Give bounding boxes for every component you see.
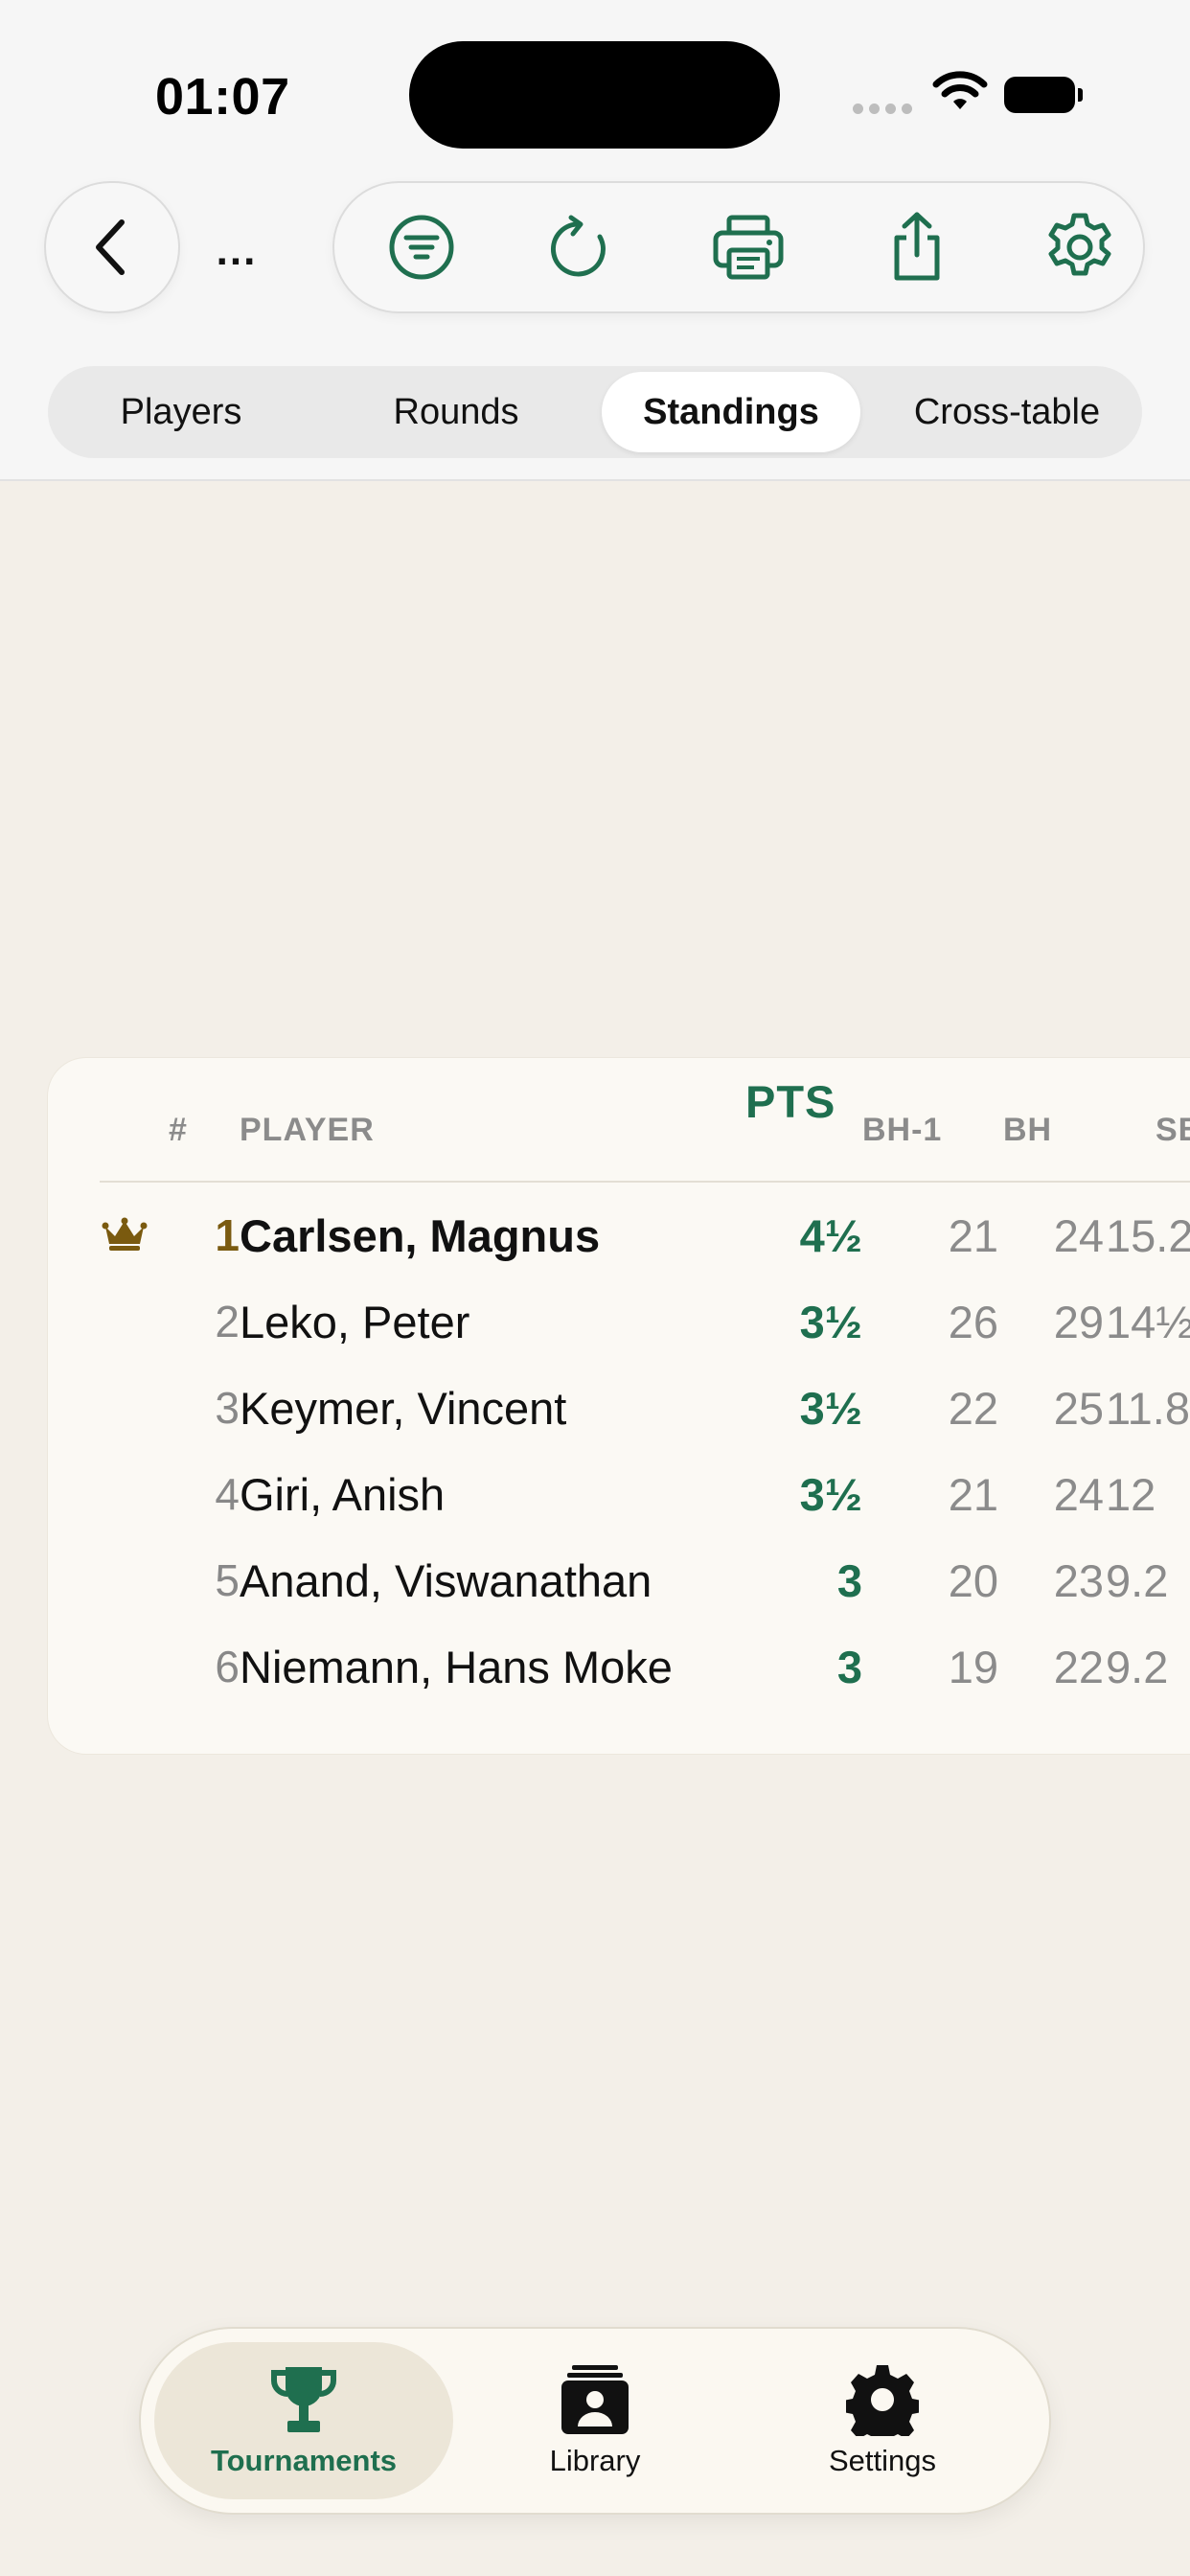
library-icon [561, 2365, 629, 2434]
standings-table: # PLAYER PTS BH-1 BH SB 1 Carlsen, Magnu… [48, 1058, 1190, 1754]
rank: 5 [215, 1555, 240, 1605]
header-divider [100, 1181, 1190, 1183]
status-icons [853, 71, 1092, 125]
buchholz-cut1: 26 [948, 1297, 998, 1347]
rank: 1 [215, 1210, 240, 1260]
table-row[interactable]: 2 Leko, Peter 3½ 26 29 14½ [48, 1278, 1190, 1365]
tab-library-label: Library [549, 2444, 641, 2477]
segment-standings[interactable]: Standings [602, 372, 860, 452]
more-button[interactable]: ... [203, 222, 270, 280]
table-row[interactable]: 4 Giri, Anish 3½ 21 24 12 [48, 1451, 1190, 1537]
buchholz: 22 [1053, 1642, 1104, 1692]
buchholz: 24 [1053, 1210, 1104, 1261]
bottom-tab-bar: Tournaments Library Settings [141, 2329, 1049, 2513]
settings-gear-icon [1048, 213, 1111, 276]
status-time: 01:07 [155, 68, 290, 126]
points: 3 [836, 1642, 862, 1692]
tab-settings[interactable]: Settings [733, 2342, 1032, 2499]
column-header-rank: # [169, 1112, 188, 1148]
rank: 6 [215, 1642, 240, 1691]
buchholz: 25 [1053, 1383, 1104, 1434]
share-button[interactable] [874, 204, 960, 290]
buchholz-cut1: 20 [948, 1555, 998, 1606]
sonneborn-berger: 15.25 [1106, 1210, 1190, 1261]
print-button[interactable] [705, 204, 791, 290]
gear-icon [846, 2365, 919, 2436]
buchholz: 29 [1053, 1297, 1104, 1347]
segment-players[interactable]: Players [56, 372, 307, 452]
share-icon [894, 212, 940, 281]
table-row[interactable]: 5 Anand, Viswanathan 3 20 23 9.2 [48, 1537, 1190, 1623]
buchholz: 24 [1053, 1469, 1104, 1520]
table-row[interactable]: 3 Keymer, Vincent 3½ 22 25 11.8 [48, 1365, 1190, 1451]
rank: 3 [215, 1383, 240, 1433]
sonneborn-berger: 14½ [1106, 1297, 1190, 1347]
print-icon [713, 215, 784, 280]
player-name: Carlsen, Magnus [240, 1210, 601, 1261]
wifi-icon [932, 71, 988, 109]
table-row[interactable]: 6 Niemann, Hans Moke 3 19 22 9.2 [48, 1623, 1190, 1710]
player-name: Giri, Anish [240, 1469, 446, 1520]
sonneborn-berger: 9.2 [1106, 1642, 1169, 1692]
buchholz-cut1: 21 [948, 1469, 998, 1520]
sonneborn-berger: 12 [1106, 1469, 1156, 1520]
buchholz-cut1: 21 [948, 1210, 998, 1261]
points: 3½ [799, 1297, 862, 1347]
rank: 4 [215, 1469, 240, 1519]
filter-button[interactable] [378, 204, 465, 290]
segment-cross-table[interactable]: Cross-table [878, 372, 1136, 452]
top-header: 01:07 ... Players Rounds Standings Cross… [0, 0, 1190, 481]
sonneborn-berger: 11.8 [1106, 1383, 1190, 1434]
table-row[interactable]: 1 Carlsen, Magnus 4½ 21 24 15.25 [48, 1192, 1190, 1278]
dynamic-island [409, 41, 780, 149]
column-header-bh: BH [1003, 1112, 1053, 1148]
player-name: Keymer, Vincent [240, 1383, 567, 1434]
column-header-pts: PTS [745, 1076, 836, 1127]
points: 3 [836, 1555, 862, 1606]
column-header-sb: SB [1156, 1112, 1190, 1148]
segment-rounds[interactable]: Rounds [331, 372, 582, 452]
cellular-signal-icon [853, 104, 912, 114]
chevron-left-icon [96, 219, 125, 275]
player-name: Niemann, Hans Moke [240, 1642, 673, 1692]
refresh-icon [551, 215, 606, 277]
points: 4½ [799, 1210, 862, 1261]
tab-tournaments[interactable]: Tournaments [154, 2342, 453, 2499]
toolbar [334, 183, 1143, 311]
player-name: Anand, Viswanathan [240, 1555, 652, 1606]
tab-tournaments-label: Tournaments [210, 2444, 398, 2477]
crown-icon [102, 1217, 148, 1251]
rank: 2 [215, 1297, 240, 1346]
back-button[interactable] [46, 183, 178, 311]
points: 3½ [799, 1469, 862, 1520]
tab-settings-label: Settings [828, 2444, 936, 2477]
column-header-bh1: BH-1 [862, 1112, 943, 1148]
sonneborn-berger: 9.2 [1106, 1555, 1169, 1606]
settings-gear-button[interactable] [1037, 204, 1123, 290]
view-segmented-control: Players Rounds Standings Cross-table [48, 366, 1142, 458]
refresh-button[interactable] [540, 204, 627, 290]
points: 3½ [799, 1383, 862, 1434]
buchholz: 23 [1053, 1555, 1104, 1606]
player-name: Leko, Peter [240, 1297, 470, 1347]
buchholz-cut1: 22 [948, 1383, 998, 1434]
tab-library[interactable]: Library [446, 2342, 744, 2499]
battery-icon [1004, 77, 1083, 113]
column-header-player: PLAYER [240, 1112, 375, 1148]
filter-icon [389, 215, 454, 280]
trophy-icon [271, 2367, 336, 2432]
buchholz-cut1: 19 [948, 1642, 998, 1692]
